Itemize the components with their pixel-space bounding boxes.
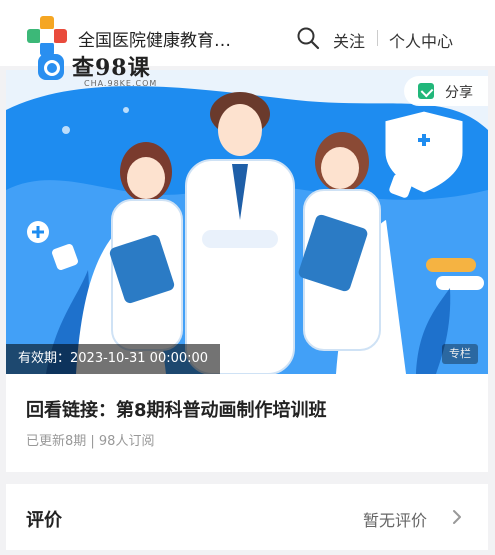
watermark-subtext: CHA.98KE.COM: [84, 79, 158, 88]
follow-button[interactable]: 关注: [333, 28, 365, 52]
watermark-icon: [38, 54, 64, 80]
divider: [377, 30, 378, 46]
course-meta: 已更新8期 | 98人订阅: [26, 434, 155, 449]
review-title: 评价: [26, 510, 62, 531]
chevron-right-icon: [453, 510, 461, 524]
validity-label: 有效期：2023-10-31 00:00:00: [6, 344, 221, 374]
doctors-illustration: [6, 70, 488, 374]
review-row[interactable]: 评价 暂无评价: [6, 484, 488, 550]
course-title: 回看链接：第8期科普动画制作培训班: [26, 400, 327, 421]
share-label: 分享: [445, 85, 473, 101]
review-status: 暂无评价: [363, 511, 428, 530]
column-tag: 专栏: [442, 344, 478, 364]
course-info: 回看链接：第8期科普动画制作培训班 已更新8期 | 98人订阅: [6, 374, 488, 472]
share-icon: [418, 83, 434, 99]
share-button[interactable]: 分享: [404, 76, 488, 106]
watermark: 查98课 CHA.98KE.COM: [38, 48, 178, 94]
course-banner[interactable]: 分享 有效期：2023-10-31 00:00:00 专栏: [6, 70, 488, 374]
search-icon[interactable]: [296, 26, 320, 50]
personal-center-button[interactable]: 个人中心: [389, 28, 453, 52]
watermark-text: 查98课: [72, 55, 151, 81]
